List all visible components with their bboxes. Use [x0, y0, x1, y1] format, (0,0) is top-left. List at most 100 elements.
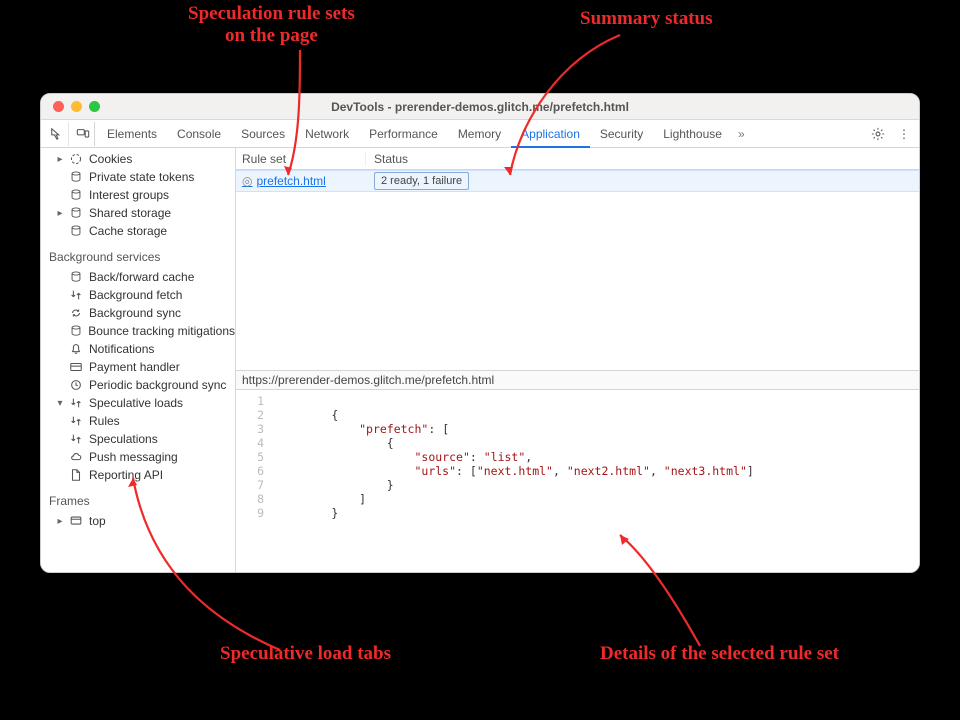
label: Reporting API	[89, 468, 163, 482]
label: Background fetch	[89, 288, 182, 302]
url-bar: https://prerender-demos.glitch.me/prefet…	[236, 370, 919, 390]
label: Bounce tracking mitigations	[88, 324, 235, 338]
rules-table-empty-area	[236, 192, 919, 370]
file-icon	[69, 468, 85, 482]
tab-performance[interactable]: Performance	[359, 120, 448, 148]
ruleset-name: prefetch.html	[256, 174, 325, 188]
application-sidebar: ▸ Cookies Private state tokens Interest …	[41, 148, 236, 572]
sidebar-item-cookies[interactable]: ▸ Cookies	[41, 150, 235, 168]
zoom-icon[interactable]	[89, 101, 100, 112]
chevron-right-icon: ▸	[55, 154, 65, 165]
sidebar-item-speculative-loads[interactable]: ▾ Speculative loads	[41, 394, 235, 412]
annotation-rule-sets: Speculation rule sets on the page	[188, 3, 355, 47]
sidebar-item-bounce[interactable]: Bounce tracking mitigations	[41, 322, 235, 340]
transfer-icon	[69, 414, 85, 428]
device-icon[interactable]	[71, 122, 95, 146]
sidebar-item-notifications[interactable]: Notifications	[41, 340, 235, 358]
label: Notifications	[89, 342, 154, 356]
sidebar-item-rules[interactable]: Rules	[41, 412, 235, 430]
label: Private state tokens	[89, 170, 194, 184]
sidebar-item-bg-fetch[interactable]: Background fetch	[41, 286, 235, 304]
sidebar-item-interest-groups[interactable]: Interest groups	[41, 186, 235, 204]
label: Periodic background sync	[89, 378, 226, 392]
col-status: Status	[366, 152, 919, 166]
tab-application[interactable]: Application	[511, 120, 590, 148]
col-ruleset: Rule set	[236, 152, 366, 166]
label: Background sync	[89, 306, 181, 320]
sidebar-item-frame-top[interactable]: ▸ top	[41, 512, 235, 530]
traffic-lights	[41, 101, 100, 112]
tab-console[interactable]: Console	[167, 120, 231, 148]
sidebar-item-cache-storage[interactable]: Cache storage	[41, 222, 235, 240]
tab-sources[interactable]: Sources	[231, 120, 295, 148]
tab-security[interactable]: Security	[590, 120, 653, 148]
close-icon[interactable]	[53, 101, 64, 112]
label: Cookies	[89, 152, 132, 166]
inspect-icon[interactable]	[45, 122, 69, 146]
database-icon	[69, 224, 85, 238]
chevron-down-icon: ▾	[55, 398, 65, 409]
label: Speculative loads	[89, 396, 183, 410]
sidebar-item-periodic[interactable]: Periodic background sync	[41, 376, 235, 394]
chevron-right-icon: ▸	[55, 208, 65, 219]
database-icon	[69, 270, 85, 284]
section-frames: Frames	[41, 484, 235, 512]
label: Interest groups	[89, 188, 169, 202]
minimize-icon[interactable]	[71, 101, 82, 112]
application-main: Rule set Status ◎ prefetch.html 2 ready,…	[236, 148, 919, 572]
label: Cache storage	[89, 224, 167, 238]
label: top	[89, 514, 106, 528]
bell-icon	[69, 342, 85, 356]
frame-icon	[69, 514, 85, 528]
window-titlebar: DevTools - prerender-demos.glitch.me/pre…	[41, 94, 919, 120]
gear-icon[interactable]	[871, 127, 893, 141]
cookies-icon	[69, 152, 85, 166]
tab-memory[interactable]: Memory	[448, 120, 511, 148]
sidebar-item-bf-cache[interactable]: Back/forward cache	[41, 268, 235, 286]
json-source-view: 1 2 {3 "prefetch": [4 {5 "source": "list…	[236, 390, 919, 572]
ruleset-link[interactable]: ◎ prefetch.html	[236, 174, 366, 188]
table-row[interactable]: ◎ prefetch.html 2 ready, 1 failure	[236, 170, 919, 192]
sidebar-item-payment[interactable]: Payment handler	[41, 358, 235, 376]
devtools-window: DevTools - prerender-demos.glitch.me/pre…	[40, 93, 920, 573]
chevron-right-icon: ▸	[55, 516, 65, 527]
label: Speculations	[89, 432, 158, 446]
devtools-tabs: Elements Console Sources Network Perform…	[41, 120, 919, 148]
tabs-overflow-icon[interactable]: »	[732, 127, 751, 141]
clock-icon	[69, 378, 85, 392]
status-badge[interactable]: 2 ready, 1 failure	[374, 172, 469, 190]
label: Payment handler	[89, 360, 180, 374]
annotation-summary-status: Summary status	[580, 8, 712, 30]
sidebar-item-bg-sync[interactable]: Background sync	[41, 304, 235, 322]
database-icon	[69, 324, 85, 338]
transfer-icon	[69, 432, 85, 446]
rules-table-header: Rule set Status	[236, 148, 919, 170]
annotation-details: Details of the selected rule set	[600, 643, 839, 665]
ruleset-icon: ◎	[242, 174, 252, 188]
database-icon	[69, 170, 85, 184]
kebab-icon[interactable]: ⋮	[893, 127, 915, 141]
cloud-icon	[69, 450, 85, 464]
transfer-icon	[69, 288, 85, 302]
annotation-load-tabs: Speculative load tabs	[220, 643, 391, 665]
sidebar-item-shared-storage[interactable]: ▸ Shared storage	[41, 204, 235, 222]
sidebar-item-private-state[interactable]: Private state tokens	[41, 168, 235, 186]
sidebar-item-speculations[interactable]: Speculations	[41, 430, 235, 448]
card-icon	[69, 360, 85, 374]
sidebar-item-reporting[interactable]: Reporting API	[41, 466, 235, 484]
label: Shared storage	[89, 206, 171, 220]
label: Back/forward cache	[89, 270, 194, 284]
window-title: DevTools - prerender-demos.glitch.me/pre…	[41, 100, 919, 114]
devtools-body: ▸ Cookies Private state tokens Interest …	[41, 148, 919, 572]
sync-icon	[69, 306, 85, 320]
sidebar-item-push[interactable]: Push messaging	[41, 448, 235, 466]
database-icon	[69, 206, 85, 220]
section-background-services: Background services	[41, 240, 235, 268]
tab-network[interactable]: Network	[295, 120, 359, 148]
database-icon	[69, 188, 85, 202]
tab-lighthouse[interactable]: Lighthouse	[653, 120, 732, 148]
transfer-icon	[69, 396, 85, 410]
label: Rules	[89, 414, 120, 428]
tab-elements[interactable]: Elements	[97, 120, 167, 148]
label: Push messaging	[89, 450, 178, 464]
